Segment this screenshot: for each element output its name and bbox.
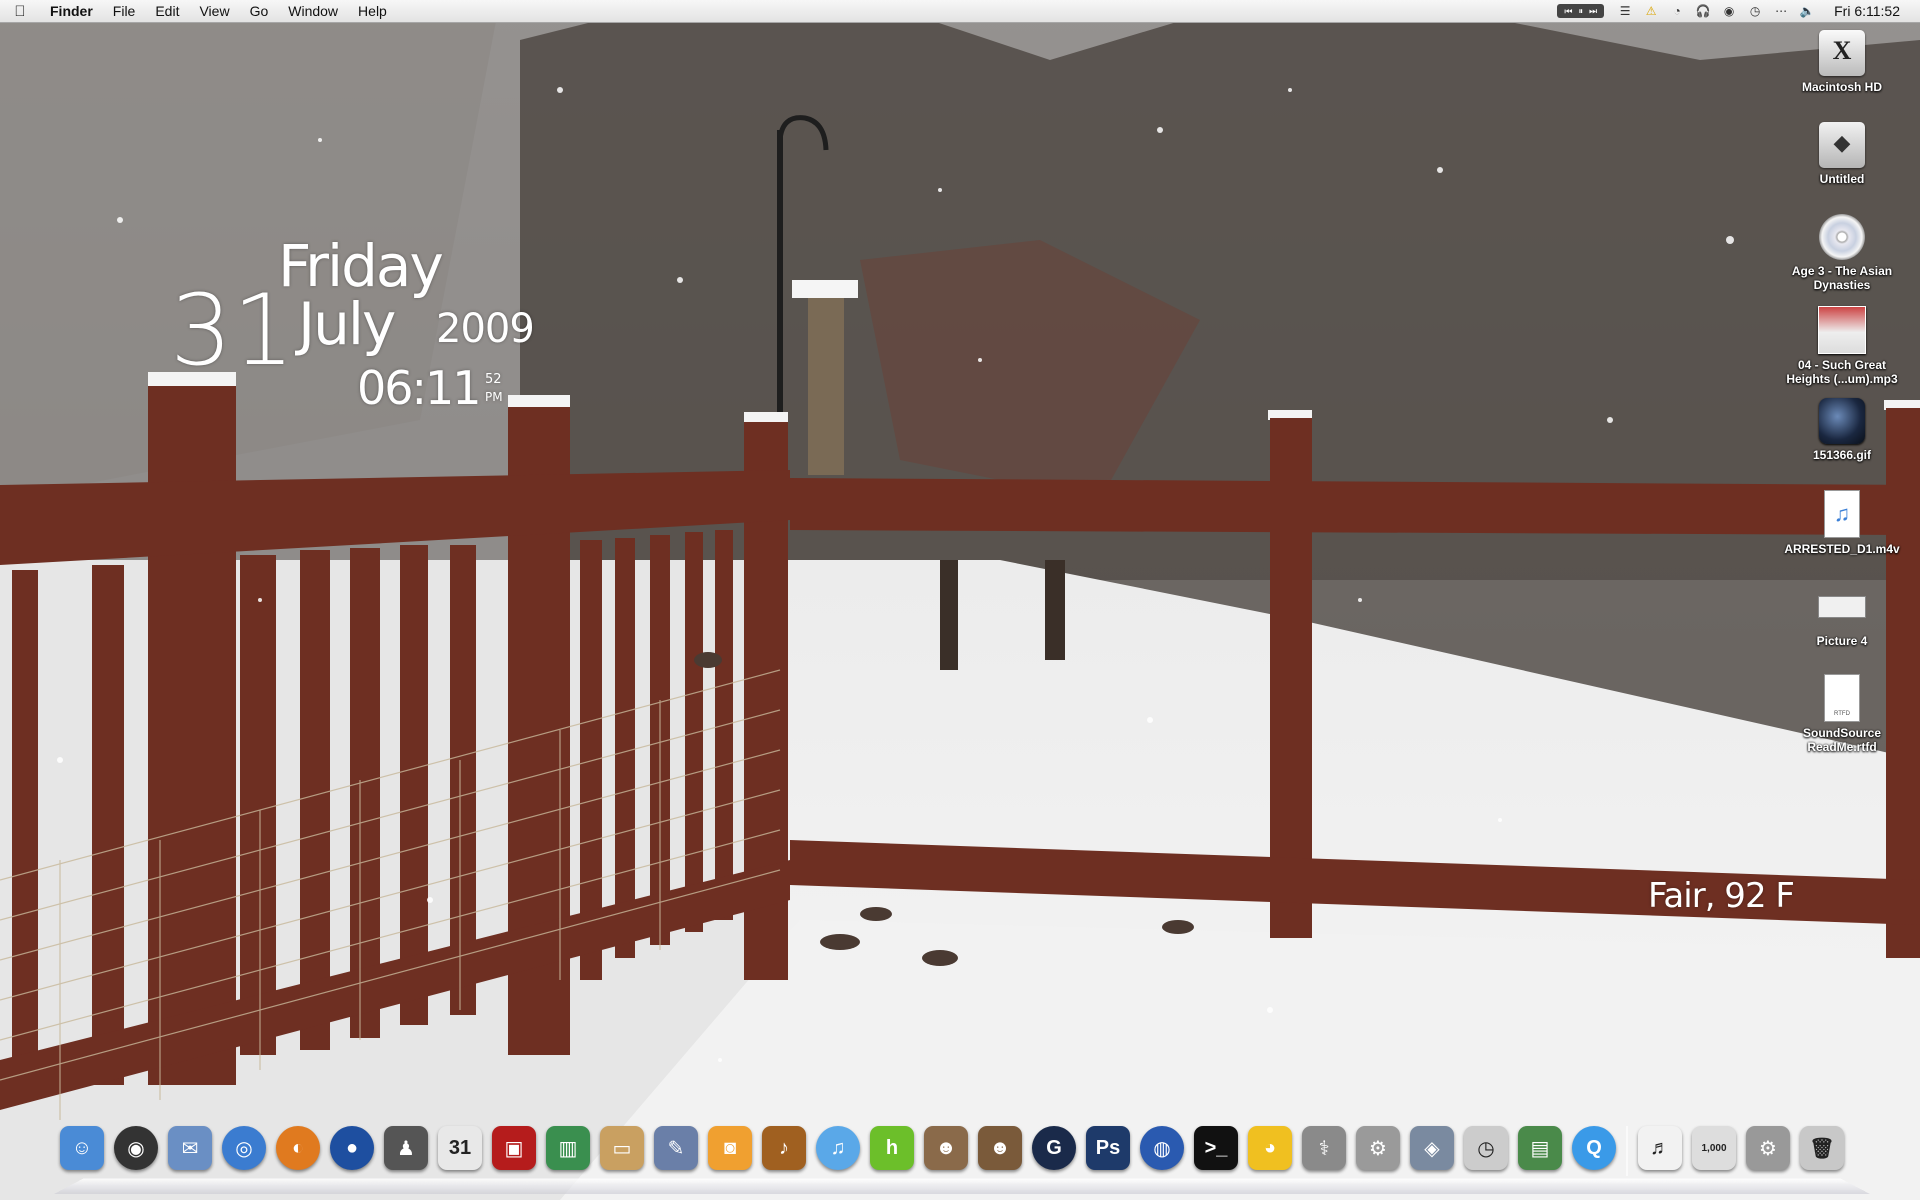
menu-go[interactable]: Go [240,0,279,22]
speed-gauge-icon[interactable]: ◔ [1664,0,1690,22]
dock-terminal-icon[interactable]: >_ [1194,1126,1238,1170]
desktop-icon-label: Age 3 - The Asian Dynasties [1791,264,1893,292]
previous-track-icon[interactable]: ⏮ [1561,6,1575,17]
dock-preview-icon[interactable]: ✎ [654,1126,698,1170]
dock-contacts-a-icon[interactable]: ☻ [924,1126,968,1170]
pause-icon[interactable]: ⏸ [1575,6,1586,17]
menu-help[interactable]: Help [348,0,397,22]
volume-icon [1819,122,1865,168]
dock-hulu-icon[interactable]: h [870,1126,914,1170]
dock-image-viewer-icon[interactable]: ◈ [1410,1126,1454,1170]
dock-g-app-icon[interactable]: G [1032,1126,1076,1170]
desktop-icon-m4v[interactable]: ARRESTED_D1.m4v [1782,490,1902,556]
dock-contacts-b-icon[interactable]: ☻ [978,1126,1022,1170]
list-icon[interactable]: ☰ [1612,0,1638,22]
dock-dashboard-icon[interactable]: ◉ [114,1126,158,1170]
menu-clock[interactable]: Fri 6:11:52 [1820,3,1920,19]
apple-icon[interactable]:  [0,3,40,20]
desktop-icon-label: SoundSource ReadMe.rtfd [1802,726,1881,754]
headphones-icon[interactable]: 🎧 [1690,0,1716,22]
dock-screen-sharing-icon[interactable]: ▤ [1518,1126,1562,1170]
dock-midi-document-icon[interactable]: ♬ [1638,1126,1682,1170]
menu-finder[interactable]: Finder [40,0,103,22]
dock-cyberduck-icon[interactable]: ◕ [1248,1126,1292,1170]
menu-view[interactable]: View [189,0,239,22]
dock-firefox-icon[interactable]: ◐ [276,1126,320,1170]
screenshot-file-icon [1818,596,1866,618]
more-icon[interactable]: ⋯ [1768,0,1794,22]
dock-google-earth-icon[interactable]: ◍ [1140,1126,1184,1170]
dock-photoshop-icon[interactable]: Ps [1086,1126,1130,1170]
rtfd-file-icon [1824,674,1860,722]
dock-silhouette-icon[interactable]: ♟ [384,1126,428,1170]
desktop-icon-label: 151366.gif [1812,448,1872,462]
menu-extras: ⏮ ⏸ ⏭ ☰ ⚠ ◔ 🎧 ◉ ◷ ⋯ 🔈 Fri 6:11:52 [1557,0,1920,22]
status-icon[interactable]: ◉ [1716,0,1742,22]
desktop-wallpaper [0,0,1920,1200]
hard-drive-icon [1819,30,1865,76]
dock-time-machine-icon[interactable]: ◷ [1464,1126,1508,1170]
menu-file[interactable]: File [103,0,146,22]
widget-year: 2009 [436,306,535,352]
time-machine-icon[interactable]: ◷ [1742,0,1768,22]
dock-itunes-icon[interactable]: ♫ [816,1126,860,1170]
desktop-icon-label: 04 - Such Great Heights (...um).mp3 [1786,358,1898,386]
dock-network-globe-icon[interactable]: ● [330,1126,374,1170]
dock-finder-icon[interactable]: ☺ [60,1126,104,1170]
desktop-icon-label: Macintosh HD [1801,80,1882,94]
dock-quicktime-icon[interactable]: Q [1572,1126,1616,1170]
dock-items: ☺ ◉ ✉ ◎ ◐ ● ♟ 31 ▣ ▥ ▭ ✎ ◙ ♪ ♫ h ☻ ☻ G Ps ◍ >_ ◕ ⚕ ⚙ ◈ ◷ ▤ Q ♬ 1,000 ⚙ 🗑 [60,1126,1854,1176]
image-file-icon [1819,398,1865,444]
dock-safari-icon[interactable]: ◎ [222,1126,266,1170]
widget-day-number: 31 [170,274,295,388]
album-art-icon [1818,306,1866,354]
dock-system-preferences-icon[interactable]: ⚙ [1356,1126,1400,1170]
desktop-icon-age3-cd[interactable]: Age 3 - The Asian Dynasties [1782,214,1902,292]
dock-trash-icon[interactable]: 🗑 [1800,1126,1844,1170]
widget-month: July [298,290,396,358]
dock-garageband-icon[interactable]: ♪ [762,1126,806,1170]
warning-icon[interactable]: ⚠ [1638,0,1664,22]
dock-keynote-icon[interactable]: ▭ [600,1126,644,1170]
widget-day-name: Friday [278,232,444,300]
widget-seconds: 52 [485,372,502,387]
desktop-icon-rtfd[interactable]: SoundSource ReadMe.rtfd [1782,674,1902,754]
widget-ampm: PM [485,390,503,404]
desktop-icon-untitled[interactable]: Untitled [1782,122,1902,186]
cd-icon [1819,214,1865,260]
desktop-icon-label: Untitled [1819,172,1865,186]
volume-icon[interactable]: 🔈 [1794,0,1820,22]
widget-weather: Fair, 92 F [1648,876,1795,916]
dock-separator [1626,1126,1628,1176]
menu-edit[interactable]: Edit [145,0,189,22]
desktop-icon-label: ARRESTED_D1.m4v [1784,542,1900,556]
dock-mail-icon[interactable]: ✉ [168,1126,212,1170]
dock: ☺ ◉ ✉ ◎ ◐ ● ♟ 31 ▣ ▥ ▭ ✎ ◙ ♪ ♫ h ☻ ☻ G Ps ◍ >_ ◕ ⚕ ⚙ ◈ ◷ ▤ Q ♬ 1,000 ⚙ 🗑 [54,1124,1870,1194]
desktop-icon-macintosh-hd[interactable]: Macintosh HD [1782,30,1902,94]
next-track-icon[interactable]: ⏭ [1586,6,1600,17]
dock-prefs-stack-icon[interactable]: ⚙ [1746,1126,1790,1170]
menu-window[interactable]: Window [278,0,348,22]
dock-counter-doc-icon[interactable]: 1,000 [1692,1126,1736,1170]
dock-disk-utility-icon[interactable]: ⚕ [1302,1126,1346,1170]
desktop-icon-mp3[interactable]: 04 - Such Great Heights (...um).mp3 [1782,306,1902,386]
desktop-icon-picture4[interactable]: Picture 4 [1782,582,1902,648]
dock-iphoto-icon[interactable]: ◙ [708,1126,752,1170]
media-controls[interactable]: ⏮ ⏸ ⏭ [1557,4,1605,18]
dock-photo-booth-icon[interactable]: ▣ [492,1126,536,1170]
menu-bar:  Finder File Edit View Go Window Help ⏮… [0,0,1920,23]
desktop-icon-gif[interactable]: 151366.gif [1782,398,1902,462]
mpeg4-file-icon [1824,490,1860,538]
dock-shelf [54,1178,1870,1194]
dock-numbers-icon[interactable]: ▥ [546,1126,590,1170]
dock-ical-icon[interactable]: 31 [438,1126,482,1170]
widget-time: 06:11 [357,361,482,415]
desktop-icon-label: Picture 4 [1816,634,1868,648]
